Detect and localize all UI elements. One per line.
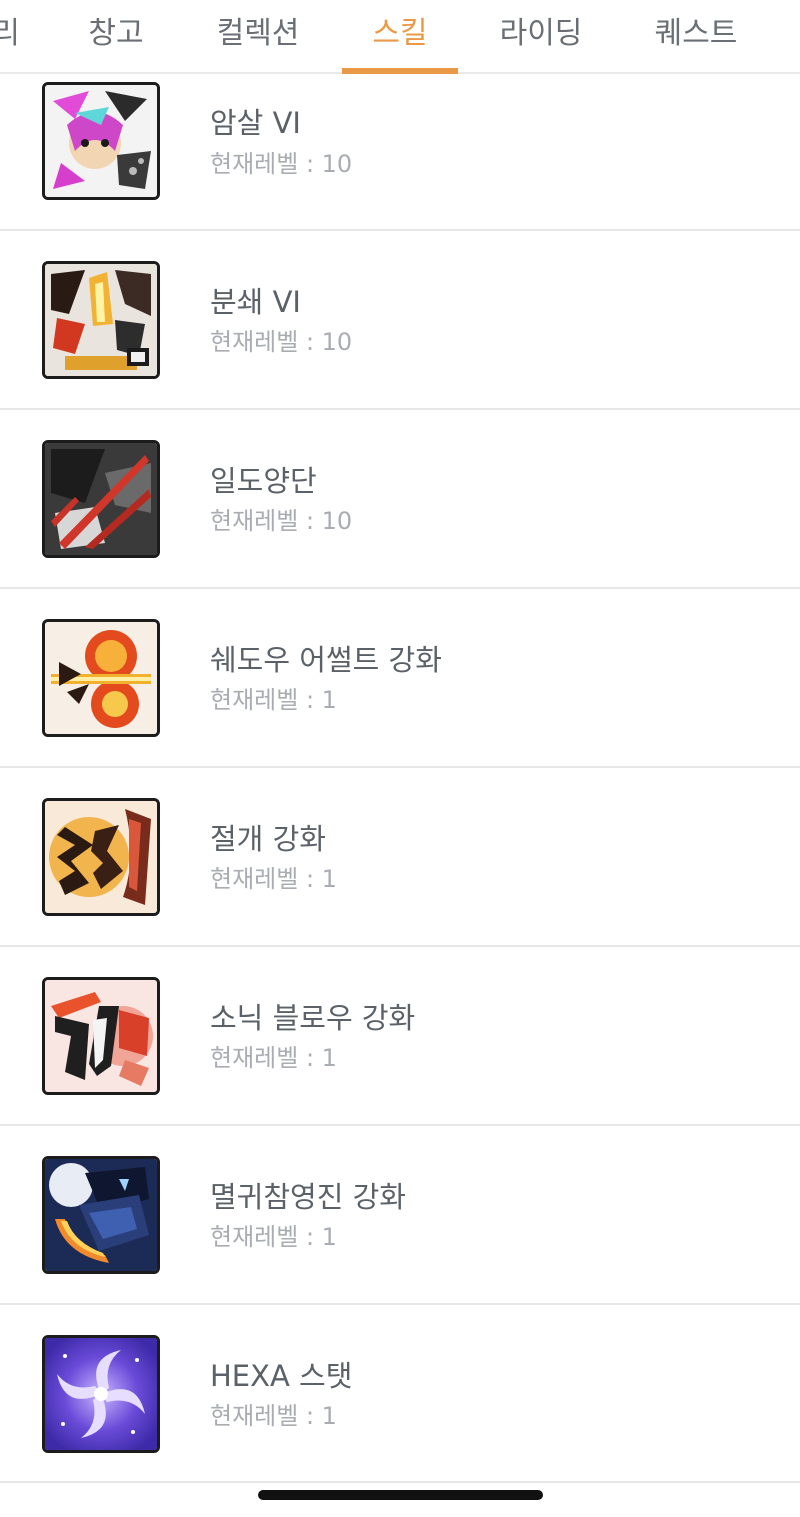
smash-skill-icon <box>42 261 160 379</box>
skill-level: 현재레벨 : 1 <box>210 865 337 893</box>
incision-skill-icon <box>42 798 160 916</box>
tab-riding[interactable]: 라이딩 <box>500 14 583 54</box>
skill-level: 현재레벨 : 1 <box>210 1044 337 1072</box>
skill-level: 현재레벨 : 1 <box>210 1402 337 1430</box>
phantom-slash-skill-icon <box>42 1156 160 1274</box>
tab-quest[interactable]: 퀘스트 <box>655 14 738 54</box>
tab-bar: 리 창고 컬렉션 스킬 라이딩 퀘스트 <box>0 0 800 74</box>
tab-storage[interactable]: 창고 <box>88 14 143 54</box>
skill-name: 절개 강화 <box>210 822 326 856</box>
skill-name: 멸귀참영진 강화 <box>210 1180 406 1214</box>
skill-row[interactable]: 암살 VI 현재레벨 : 10 <box>0 74 800 231</box>
skill-row[interactable]: 멸귀참영진 강화 현재레벨 : 1 <box>0 1126 800 1305</box>
skill-name: 쉐도우 어썰트 강화 <box>210 643 442 677</box>
skill-name: 암살 VI <box>210 106 301 140</box>
skill-row[interactable]: 분쇄 VI 현재레벨 : 10 <box>0 231 800 410</box>
skill-row[interactable]: 소닉 블로우 강화 현재레벨 : 1 <box>0 947 800 1126</box>
skill-row[interactable]: 일도양단 현재레벨 : 10 <box>0 410 800 589</box>
skill-row[interactable]: HEXA 스탯 현재레벨 : 1 <box>0 1305 800 1483</box>
skill-name: 분쇄 VI <box>210 285 301 319</box>
skill-level: 현재레벨 : 10 <box>210 328 353 356</box>
assassinate-skill-icon <box>42 82 160 200</box>
skill-name: 일도양단 <box>210 464 317 498</box>
skill-list: 암살 VI 현재레벨 : 10 분쇄 VI 현재레벨 : 10 일도양단 현재레… <box>0 74 800 1483</box>
hexa-stat-icon <box>42 1335 160 1453</box>
skill-name: HEXA 스탯 <box>210 1359 353 1393</box>
sonic-blow-skill-icon <box>42 977 160 1095</box>
tab-collection[interactable]: 컬렉션 <box>217 14 300 54</box>
skill-row[interactable]: 절개 강화 현재레벨 : 1 <box>0 768 800 947</box>
home-indicator[interactable] <box>258 1490 543 1500</box>
cleave-skill-icon <box>42 440 160 558</box>
skill-row[interactable]: 쉐도우 어썰트 강화 현재레벨 : 1 <box>0 589 800 768</box>
shadow-assault-skill-icon <box>42 619 160 737</box>
skill-level: 현재레벨 : 10 <box>210 507 353 535</box>
skill-level: 현재레벨 : 1 <box>210 1223 337 1251</box>
tab-partial[interactable]: 리 <box>0 14 20 54</box>
skill-name: 소닉 블로우 강화 <box>210 1001 416 1035</box>
skill-level: 현재레벨 : 1 <box>210 686 337 714</box>
tab-skill[interactable]: 스킬 <box>372 14 427 54</box>
skill-level: 현재레벨 : 10 <box>210 150 353 178</box>
